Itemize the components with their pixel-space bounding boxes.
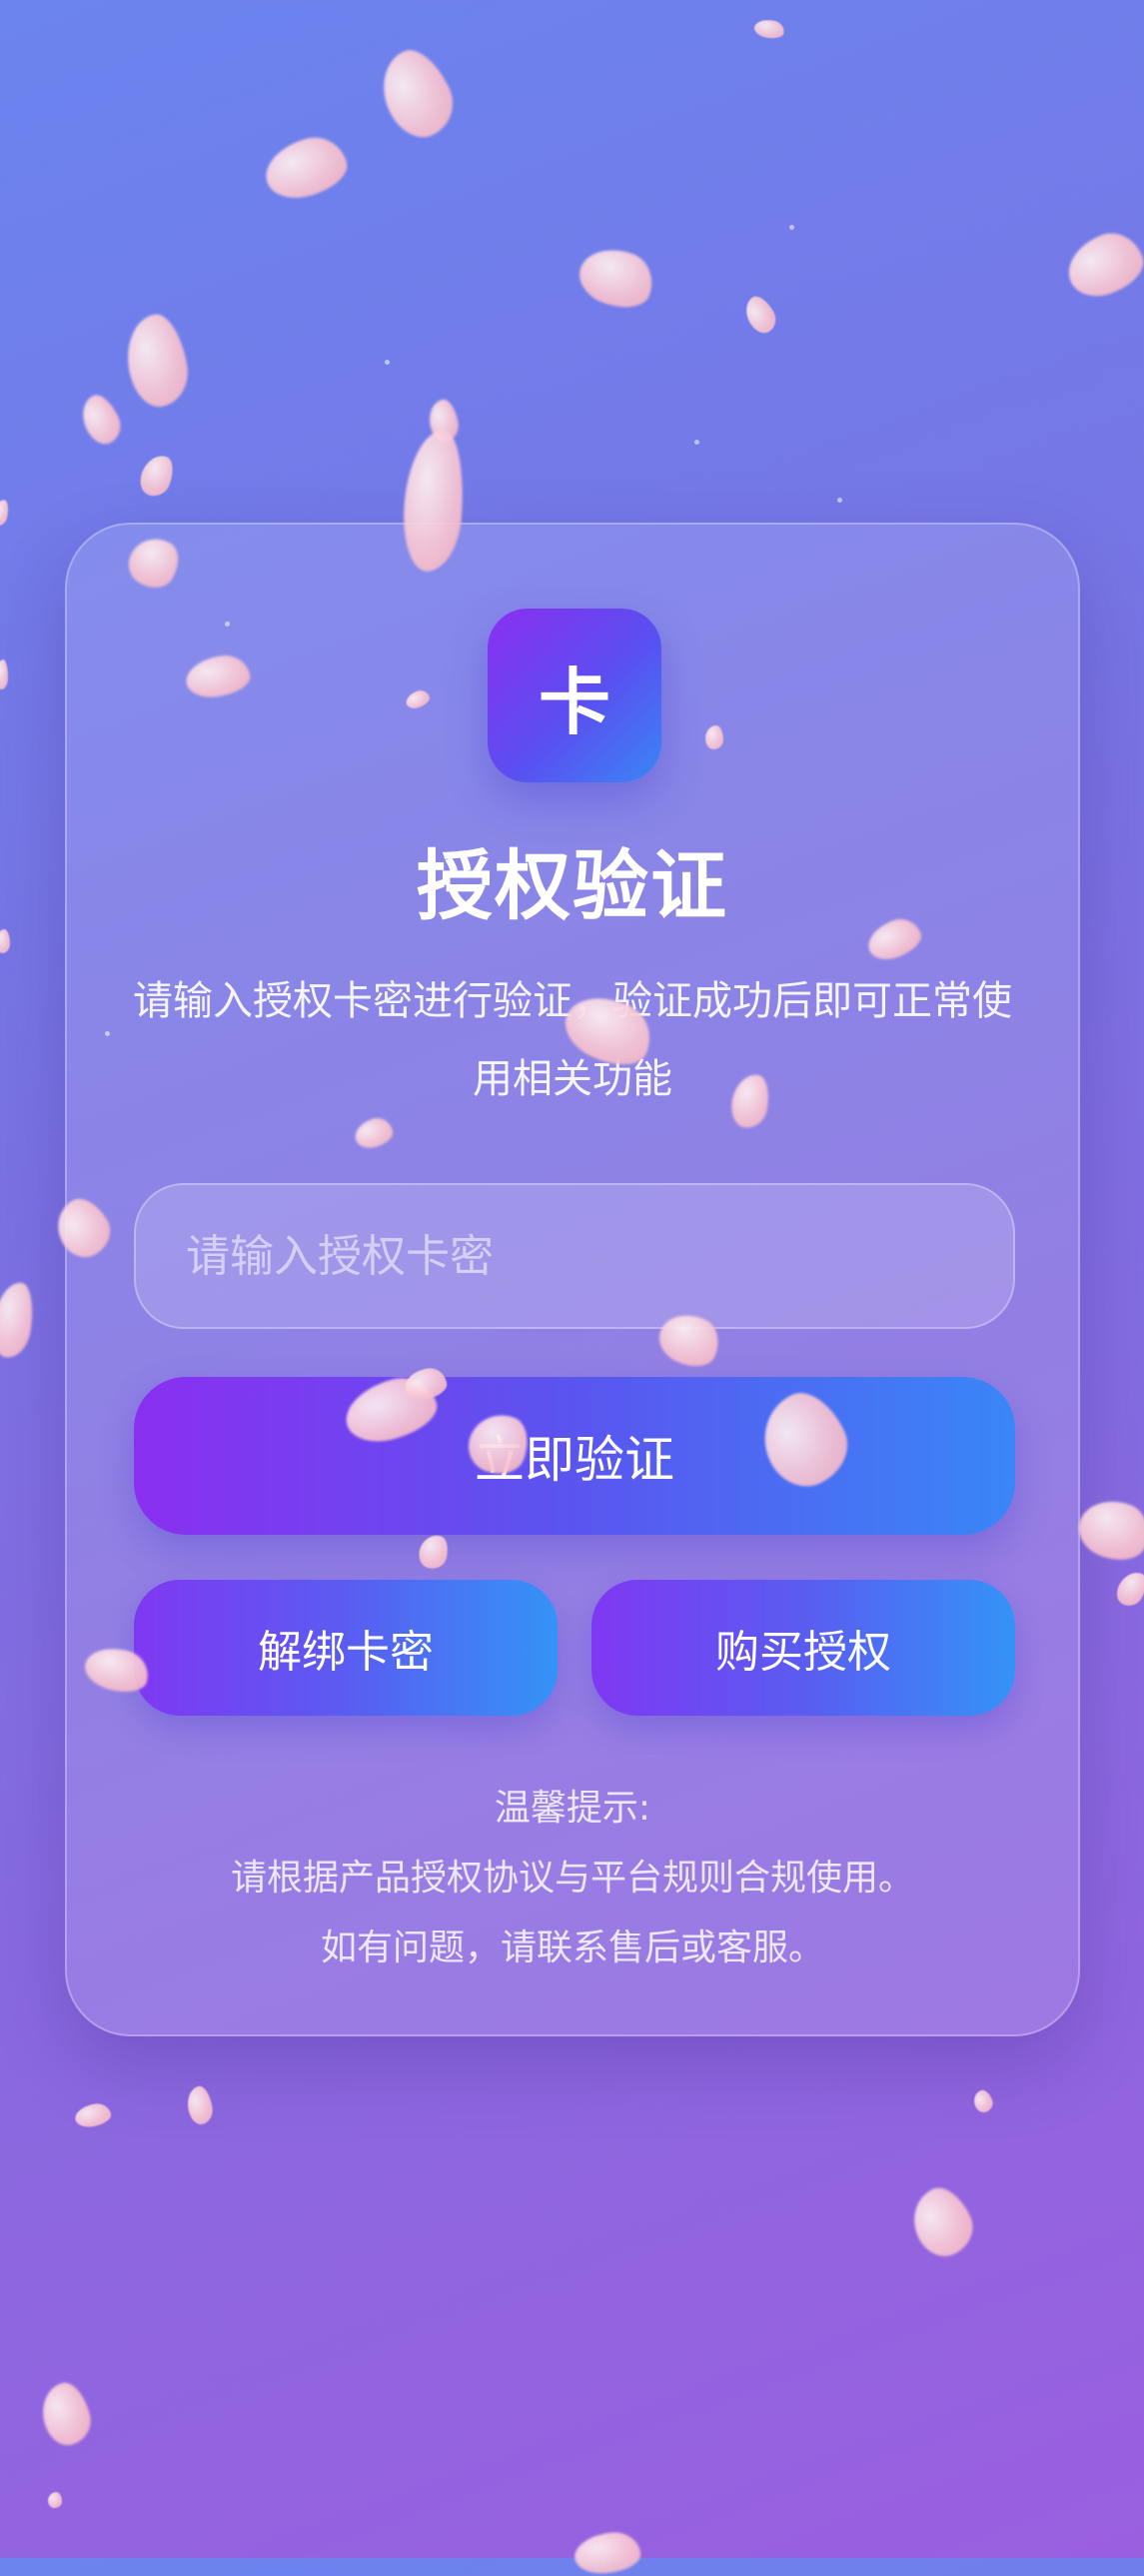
verify-button[interactable]: 立即验证 <box>134 1377 1015 1535</box>
tips-line-2: 如有问题，请联系售后或客服。 <box>320 1928 824 1968</box>
petal-icon <box>48 2492 62 2508</box>
petal-icon <box>120 310 194 412</box>
petal-icon <box>1111 1566 1144 1612</box>
auth-card: 卡 授权验证 请输入授权卡密进行验证，验证成功后即可正常使用相关功能 立即验证 … <box>65 523 1080 2036</box>
petal-icon <box>135 451 179 501</box>
sparkle-dot <box>837 498 842 503</box>
petal-icon <box>184 2084 216 2126</box>
tips-block: 温馨提示: 请根据产品授权协议与平台规则合规使用。 如有问题，请联系售后或客服。 <box>67 1774 1078 1983</box>
tips-line-1: 请根据产品授权协议与平台规则合规使用。 <box>230 1858 914 1899</box>
petal-icon <box>35 2378 97 2450</box>
petal-icon <box>970 2087 996 2115</box>
unbind-card-button[interactable]: 解绑卡密 <box>134 1580 558 1716</box>
card-logo-icon: 卡 <box>488 609 661 782</box>
petal-icon <box>75 390 127 450</box>
petal-icon <box>259 130 353 206</box>
petal-icon <box>0 659 8 689</box>
sparkle-dot <box>789 225 794 230</box>
petal-icon <box>572 239 661 317</box>
petal-icon <box>0 929 10 953</box>
petal-icon <box>0 1279 38 1361</box>
buy-license-button[interactable]: 购买授权 <box>591 1580 1015 1716</box>
page-description: 请输入授权卡密进行验证，验证成功后即可正常使用相关功能 <box>133 978 1012 1102</box>
logo-char: 卡 <box>538 659 610 744</box>
petal-icon <box>752 17 786 41</box>
petal-icon <box>902 2179 982 2265</box>
petal-icon <box>426 397 462 445</box>
petal-icon <box>369 40 465 148</box>
petal-icon <box>739 292 781 338</box>
tips-heading: 温馨提示: <box>494 1788 651 1829</box>
petal-icon <box>572 2530 642 2576</box>
petal-icon <box>1059 224 1144 306</box>
petal-icon <box>1071 1490 1144 1570</box>
page-title: 授权验证 <box>417 841 728 930</box>
petal-icon <box>73 2101 113 2129</box>
petal-icon <box>0 498 11 528</box>
sparkle-dot <box>694 440 699 445</box>
card-key-field[interactable] <box>134 1183 1015 1329</box>
card-key-input[interactable] <box>136 1185 1013 1327</box>
sparkle-dot <box>385 360 390 365</box>
